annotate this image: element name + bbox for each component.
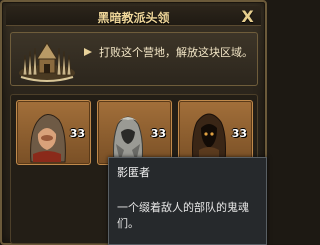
unit-slot-dark-priest[interactable]: 33 (178, 100, 253, 165)
dark-priest-portrait-icon (192, 113, 226, 163)
unit-slot-shadow-hider[interactable]: 33 (97, 100, 172, 165)
window-title: 黑暗教派头领 (97, 11, 170, 25)
unit-count: 33 (150, 127, 166, 140)
camp-icon (19, 42, 75, 82)
unit-count: 33 (231, 127, 247, 140)
camp-info: 打败这个营地，解放这块区域。 (10, 32, 258, 86)
tooltip-description: 一个缀着敌人的部队的鬼魂们。 (117, 201, 249, 230)
close-button[interactable]: X (240, 9, 255, 25)
unit-tooltip: 影匿者 一个缀着敌人的部队的鬼魂们。 (108, 157, 267, 245)
unit-count: 33 (69, 127, 85, 140)
bullet-arrow-icon (84, 48, 92, 56)
hooded-cultist-portrait-icon (30, 114, 66, 163)
tooltip-unit-name: 影匿者 (117, 166, 150, 179)
shadow-hider-portrait-icon (113, 116, 143, 163)
quest-description: 打败这个营地，解放这块区域。 (99, 46, 253, 59)
unit-slot-hooded-cultist[interactable]: 33 (16, 100, 91, 165)
title-bar: 黑暗教派头领 X (6, 6, 261, 26)
